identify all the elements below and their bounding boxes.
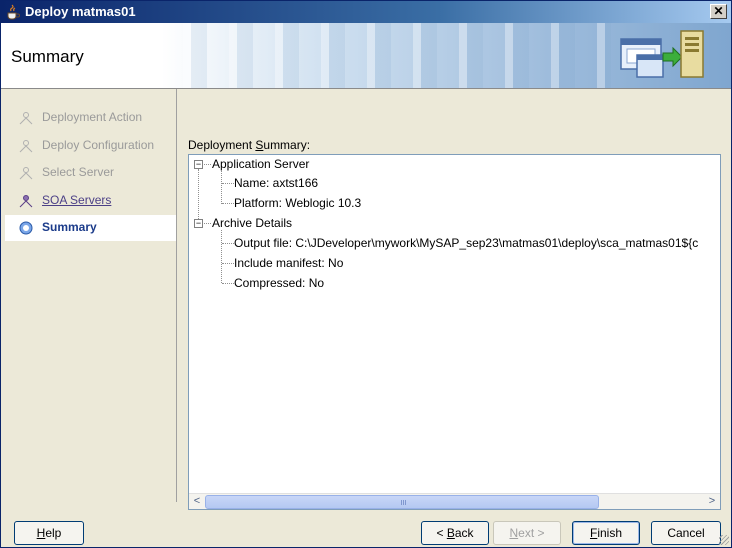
step-visited-icon bbox=[19, 195, 33, 208]
close-icon: ✕ bbox=[713, 4, 724, 18]
nav-step-label: Deployment Action bbox=[42, 110, 143, 124]
page-title: Summary bbox=[11, 47, 84, 66]
deploy-dialog: Deploy matmas01 ✕ Summary Deployment Act… bbox=[0, 0, 732, 548]
back-button[interactable]: < Back bbox=[421, 521, 489, 545]
deployment-summary-label: Deployment Summary: bbox=[188, 138, 311, 152]
step-completed-icon bbox=[19, 167, 33, 180]
header-banner: Summary bbox=[1, 23, 731, 89]
step-current-icon bbox=[19, 221, 33, 235]
nav-step-label[interactable]: SOA Servers bbox=[42, 193, 111, 207]
scrollbar-thumb[interactable] bbox=[205, 495, 599, 509]
chevron-left-icon[interactable]: < bbox=[189, 494, 205, 510]
step-completed-icon bbox=[19, 112, 33, 125]
nav-step-select-server: Select Server bbox=[5, 160, 176, 186]
close-button[interactable]: ✕ bbox=[710, 4, 727, 19]
tree-leaf[interactable]: Include manifest: No bbox=[234, 256, 343, 270]
help-button[interactable]: Help bbox=[14, 521, 84, 545]
nav-step-deploy-configuration: Deploy Configuration bbox=[5, 133, 176, 159]
nav-step-summary[interactable]: Summary bbox=[5, 215, 176, 241]
minus-toggle-icon[interactable]: − bbox=[194, 219, 203, 228]
resize-grip[interactable] bbox=[719, 535, 729, 545]
tree-node-application-server[interactable]: Application Server bbox=[212, 157, 309, 171]
horizontal-scrollbar[interactable]: < > bbox=[189, 493, 720, 509]
computer-server-deploy-graphic bbox=[620, 30, 704, 78]
nav-step-label: Select Server bbox=[42, 165, 115, 179]
chevron-right-icon[interactable]: > bbox=[704, 494, 720, 510]
summary-tree[interactable]: − Application Server Name: axtst166 Plat… bbox=[188, 154, 721, 510]
minus-toggle-icon[interactable]: − bbox=[194, 160, 203, 169]
java-cup-icon bbox=[7, 4, 20, 20]
tree-leaf[interactable]: Name: axtst166 bbox=[234, 176, 318, 190]
tree-leaf[interactable]: Platform: Weblogic 10.3 bbox=[234, 196, 361, 210]
nav-step-deployment-action: Deployment Action bbox=[5, 105, 176, 131]
banner-decoration bbox=[161, 23, 611, 88]
tree-node-archive-details[interactable]: Archive Details bbox=[212, 216, 292, 230]
nav-step-label: Summary bbox=[42, 220, 97, 234]
step-completed-icon bbox=[19, 140, 33, 153]
finish-button[interactable]: Finish bbox=[572, 521, 640, 545]
nav-step-soa-servers[interactable]: SOA Servers bbox=[5, 188, 176, 214]
nav-step-label: Deploy Configuration bbox=[42, 138, 155, 152]
cancel-button[interactable]: Cancel bbox=[651, 521, 721, 545]
next-button[interactable]: Next > bbox=[493, 521, 561, 545]
tree-leaf[interactable]: Compressed: No bbox=[234, 276, 324, 290]
tree-leaf[interactable]: Output file: C:\JDeveloper\mywork\MySAP_… bbox=[234, 236, 698, 250]
window-title: Deploy matmas01 bbox=[25, 4, 136, 19]
title-bar[interactable]: Deploy matmas01 ✕ bbox=[1, 1, 731, 23]
wizard-steps-nav: Deployment Action Deploy Configuration S… bbox=[5, 89, 177, 502]
